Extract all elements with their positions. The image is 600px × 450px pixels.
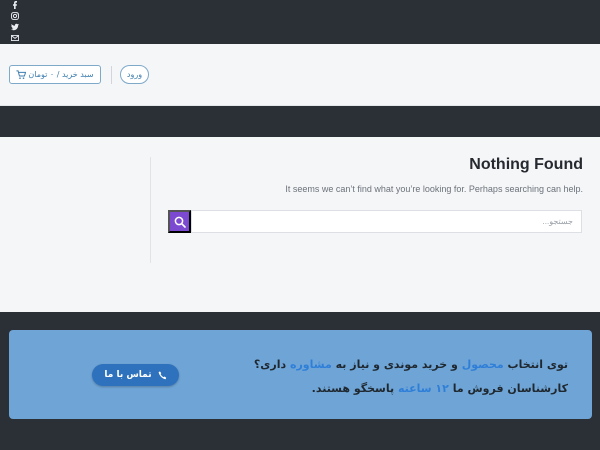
consultation-link[interactable]: مشاوره <box>290 358 332 371</box>
banner-line-2: کارشناسان فروش ما ۱۲ ساعته پاسخگو هستند. <box>311 382 568 395</box>
product-link[interactable]: محصول <box>462 358 504 371</box>
login-button[interactable]: ورود <box>120 65 149 84</box>
search-input[interactable] <box>191 210 582 233</box>
contact-us-button[interactable]: تماس با ما <box>92 364 179 386</box>
search-icon <box>174 216 186 228</box>
page-title: Nothing Found <box>469 156 583 173</box>
facebook-icon[interactable] <box>11 1 19 9</box>
contact-label: تماس با ما <box>104 370 152 380</box>
search-button[interactable] <box>168 210 191 233</box>
instagram-icon[interactable] <box>11 12 19 20</box>
main-content: Nothing Found It seems we can’t find wha… <box>0 137 600 312</box>
header-divider <box>111 66 112 84</box>
site-header: سبد خرید / ۰ تومان ورود <box>0 44 600 106</box>
not-found-message: It seems we can’t find what you’re looki… <box>285 184 583 194</box>
phone-icon <box>158 371 166 379</box>
cart-icon <box>16 69 27 79</box>
navigation-bar <box>0 106 600 137</box>
banner-line-1: توی انتخاب محصول و خرید موندی و نیاز به … <box>253 358 568 371</box>
consultation-banner: توی انتخاب محصول و خرید موندی و نیاز به … <box>9 330 592 419</box>
hours-highlight: ۱۲ ساعته <box>397 382 449 395</box>
cart-button[interactable]: سبد خرید / ۰ تومان <box>9 65 101 84</box>
sidebar-divider <box>150 157 151 263</box>
twitter-icon[interactable] <box>11 23 19 31</box>
cart-label: سبد خرید / ۰ تومان <box>28 70 94 79</box>
top-bar <box>0 0 600 44</box>
email-icon[interactable] <box>11 34 19 42</box>
